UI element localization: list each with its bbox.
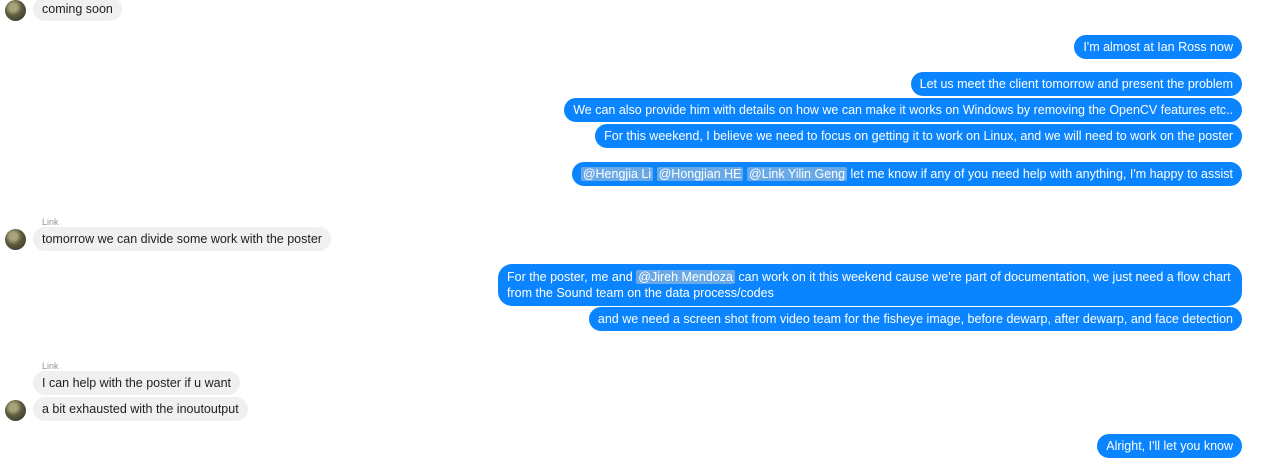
avatar[interactable] [5,229,26,250]
avatar[interactable] [5,0,26,21]
mention-tag[interactable]: @Link Yilin Geng [746,167,848,181]
outgoing-message[interactable]: Alright, I'll let you know [1097,434,1242,458]
message-text: and we need a screen shot from video tea… [597,312,1233,326]
message-text: coming soon [42,2,113,16]
message-text: Let us meet the client tomorrow and pres… [919,77,1233,91]
message-text: I'm almost at Ian Ross now [1083,40,1233,54]
mention-tag[interactable]: @Hongjian HE [656,167,744,181]
incoming-message[interactable]: coming soon [33,0,122,21]
incoming-message[interactable]: a bit exhausted with the inoutoutput [33,397,248,421]
outgoing-message[interactable]: @Hengjia Li @Hongjian HE @Link Yilin Gen… [571,162,1242,186]
outgoing-message[interactable]: I'm almost at Ian Ross now [1074,35,1242,59]
message-text: let me know if any of you need help with… [850,167,1233,181]
outgoing-message[interactable]: Let us meet the client tomorrow and pres… [910,72,1242,96]
message-text: tomorrow we can divide some work with th… [42,232,322,246]
message-text: We can also provide him with details on … [573,103,1233,117]
mention-tag[interactable]: @Hengjia Li [580,167,654,181]
outgoing-message[interactable]: For the poster, me and @Jireh Mendoza ca… [498,264,1242,306]
message-text: Alright, I'll let you know [1106,439,1233,453]
outgoing-message[interactable]: For this weekend, I believe we need to f… [595,124,1242,148]
incoming-message[interactable]: tomorrow we can divide some work with th… [33,227,331,251]
message-text: For this weekend, I believe we need to f… [604,129,1233,143]
message-thread: coming soon I'm almost at Ian Ross now L… [0,0,1266,469]
message-text: a bit exhausted with the inoutoutput [42,402,239,416]
message-text: For the poster, me and [507,270,633,284]
outgoing-message[interactable]: and we need a screen shot from video tea… [588,307,1242,331]
incoming-message[interactable]: I can help with the poster if u want [33,371,240,395]
message-text: I can help with the poster if u want [42,376,231,390]
mention-tag[interactable]: @Jireh Mendoza [636,270,735,284]
outgoing-message[interactable]: We can also provide him with details on … [564,98,1242,122]
avatar[interactable] [5,400,26,421]
